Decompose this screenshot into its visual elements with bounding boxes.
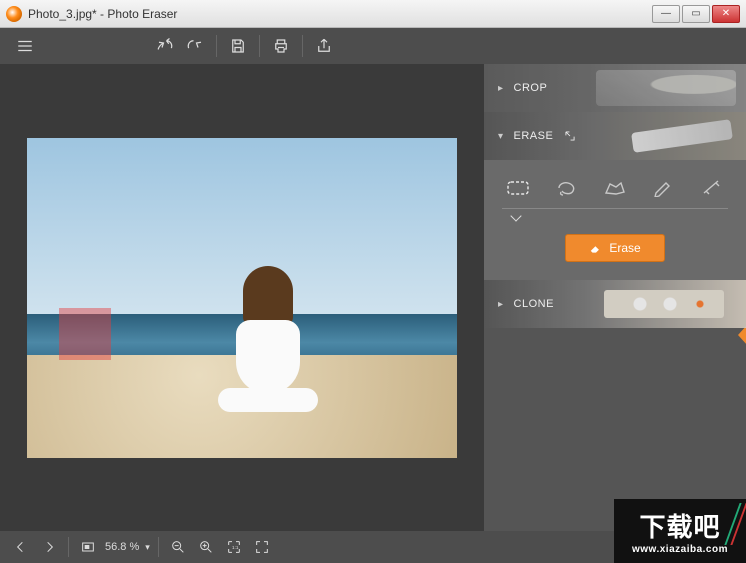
window-title: Photo_3.jpg* - Photo Eraser [28, 7, 652, 21]
toolbar-divider [216, 35, 217, 57]
save-button[interactable] [223, 32, 253, 60]
tool-active-tick [510, 210, 521, 221]
marquee-tool[interactable] [504, 178, 532, 198]
watermark-text: 下载吧 [639, 507, 720, 544]
print-button[interactable] [266, 32, 296, 60]
actual-size-button[interactable]: 1:1 [223, 536, 245, 558]
erase-button[interactable]: Erase [565, 234, 665, 262]
toolbar-divider [259, 35, 260, 57]
zoom-dropdown-icon[interactable]: ▾ [145, 542, 150, 553]
undo-button[interactable] [150, 32, 180, 60]
panel-erase-label: ERASE [514, 130, 554, 142]
panel-clone-header[interactable]: ▸ CLONE [484, 280, 746, 328]
watermark: 下载吧 www.xiazaiba.com [614, 499, 746, 563]
fit-screen-icon[interactable] [77, 536, 99, 558]
zoom-out-button[interactable] [167, 536, 189, 558]
next-image-button[interactable] [38, 536, 60, 558]
fullscreen-button[interactable] [251, 536, 273, 558]
redo-button[interactable] [180, 32, 210, 60]
panel-crop-label: CROP [514, 82, 548, 94]
toolbar-divider [302, 35, 303, 57]
zoom-in-button[interactable] [195, 536, 217, 558]
tool-underline [502, 208, 728, 209]
panel-crop-header[interactable]: ▸ CROP [484, 64, 746, 112]
watermark-url: www.xiazaiba.com [632, 544, 728, 555]
canvas-area[interactable] [0, 64, 484, 531]
menu-button[interactable] [10, 32, 40, 60]
erase-selection[interactable] [59, 308, 111, 360]
window-titlebar: Photo_3.jpg* - Photo Eraser — ▭ ✕ [0, 0, 746, 28]
workspace: ▸ CROP ▾ ERASE [0, 64, 746, 531]
panel-erase-body: Erase [484, 160, 746, 280]
external-icon [563, 129, 577, 143]
app-icon [6, 6, 22, 22]
erase-tool-row [502, 174, 728, 208]
maximize-button[interactable]: ▭ [682, 5, 710, 23]
magic-tool[interactable] [698, 178, 726, 198]
photo-subject [216, 266, 320, 416]
close-button[interactable]: ✕ [712, 5, 740, 23]
panel-erase-header[interactable]: ▾ ERASE [484, 112, 746, 160]
eraser-icon [589, 241, 603, 255]
window-controls: — ▭ ✕ [652, 5, 740, 23]
brush-tool[interactable] [650, 178, 678, 198]
chevron-right-icon: ▸ [498, 83, 504, 94]
zoom-level: 56.8 % [105, 541, 139, 553]
minimize-button[interactable]: — [652, 5, 680, 23]
prev-image-button[interactable] [10, 536, 32, 558]
chevron-right-icon: ▸ [498, 299, 504, 310]
svg-text:1:1: 1:1 [232, 545, 239, 550]
image-canvas[interactable] [27, 138, 457, 458]
share-button[interactable] [309, 32, 339, 60]
side-panel: ▸ CROP ▾ ERASE [484, 64, 746, 531]
polygon-tool[interactable] [601, 178, 629, 198]
top-toolbar [0, 28, 746, 64]
lasso-tool[interactable] [553, 178, 581, 198]
chevron-down-icon: ▾ [498, 131, 504, 142]
panel-clone-label: CLONE [514, 298, 554, 310]
erase-button-label: Erase [609, 241, 640, 255]
